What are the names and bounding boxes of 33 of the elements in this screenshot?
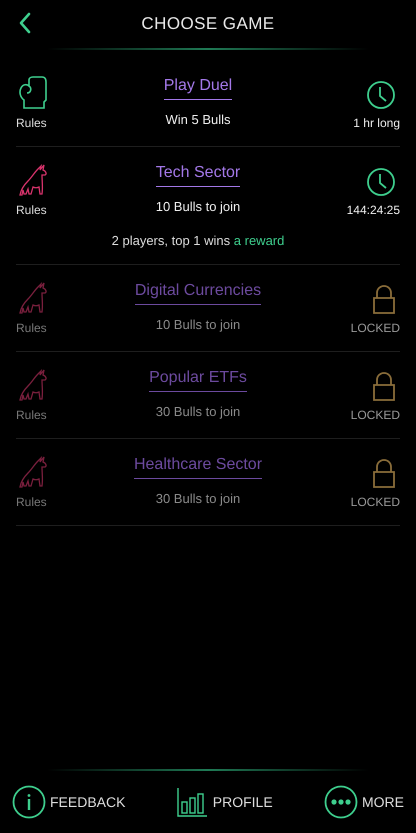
clock-icon — [366, 80, 396, 110]
page-title: CHOOSE GAME — [141, 13, 275, 36]
entry-cost: 30 Bulls to join — [156, 490, 240, 508]
nav-button[interactable]: MORE — [324, 785, 404, 819]
nav-button[interactable]: PROFILE — [176, 787, 273, 817]
padlock-icon — [372, 459, 396, 489]
game-title-link[interactable]: Tech Sector — [156, 161, 240, 187]
game-description: 2 players, top 1 wins a reward — [112, 232, 284, 250]
more-icon — [324, 785, 358, 819]
bar-chart-icon — [176, 787, 209, 817]
back-button[interactable] — [18, 12, 32, 34]
rules-link[interactable]: Rules — [16, 114, 47, 132]
duration-label: 1 hr long — [353, 115, 400, 132]
info-icon — [12, 785, 46, 819]
locked-label: LOCKED — [350, 494, 400, 511]
rules-link[interactable]: Rules — [16, 201, 47, 219]
entry-cost: 10 Bulls to join — [156, 198, 240, 216]
duration-label: 144:24:25 — [346, 202, 400, 219]
entry-cost: 10 Bulls to join — [156, 316, 240, 334]
reward-link[interactable]: a reward — [234, 232, 284, 248]
entry-cost: Win 5 Bulls — [165, 111, 231, 129]
padlock-icon — [372, 372, 396, 402]
game-title-link[interactable]: Play Duel — [164, 74, 232, 100]
entry-cost: 30 Bulls to join — [156, 403, 240, 421]
rules-link[interactable]: Rules — [16, 319, 47, 337]
locked-label: LOCKED — [350, 407, 400, 424]
locked-label: LOCKED — [350, 320, 400, 337]
boxing-glove-icon — [18, 76, 48, 110]
nav-button[interactable]: FEEDBACK — [12, 785, 126, 819]
rules-link[interactable]: Rules — [16, 493, 47, 511]
clock-icon — [366, 167, 396, 197]
padlock-icon — [372, 285, 396, 315]
rules-link[interactable]: Rules — [16, 406, 47, 424]
